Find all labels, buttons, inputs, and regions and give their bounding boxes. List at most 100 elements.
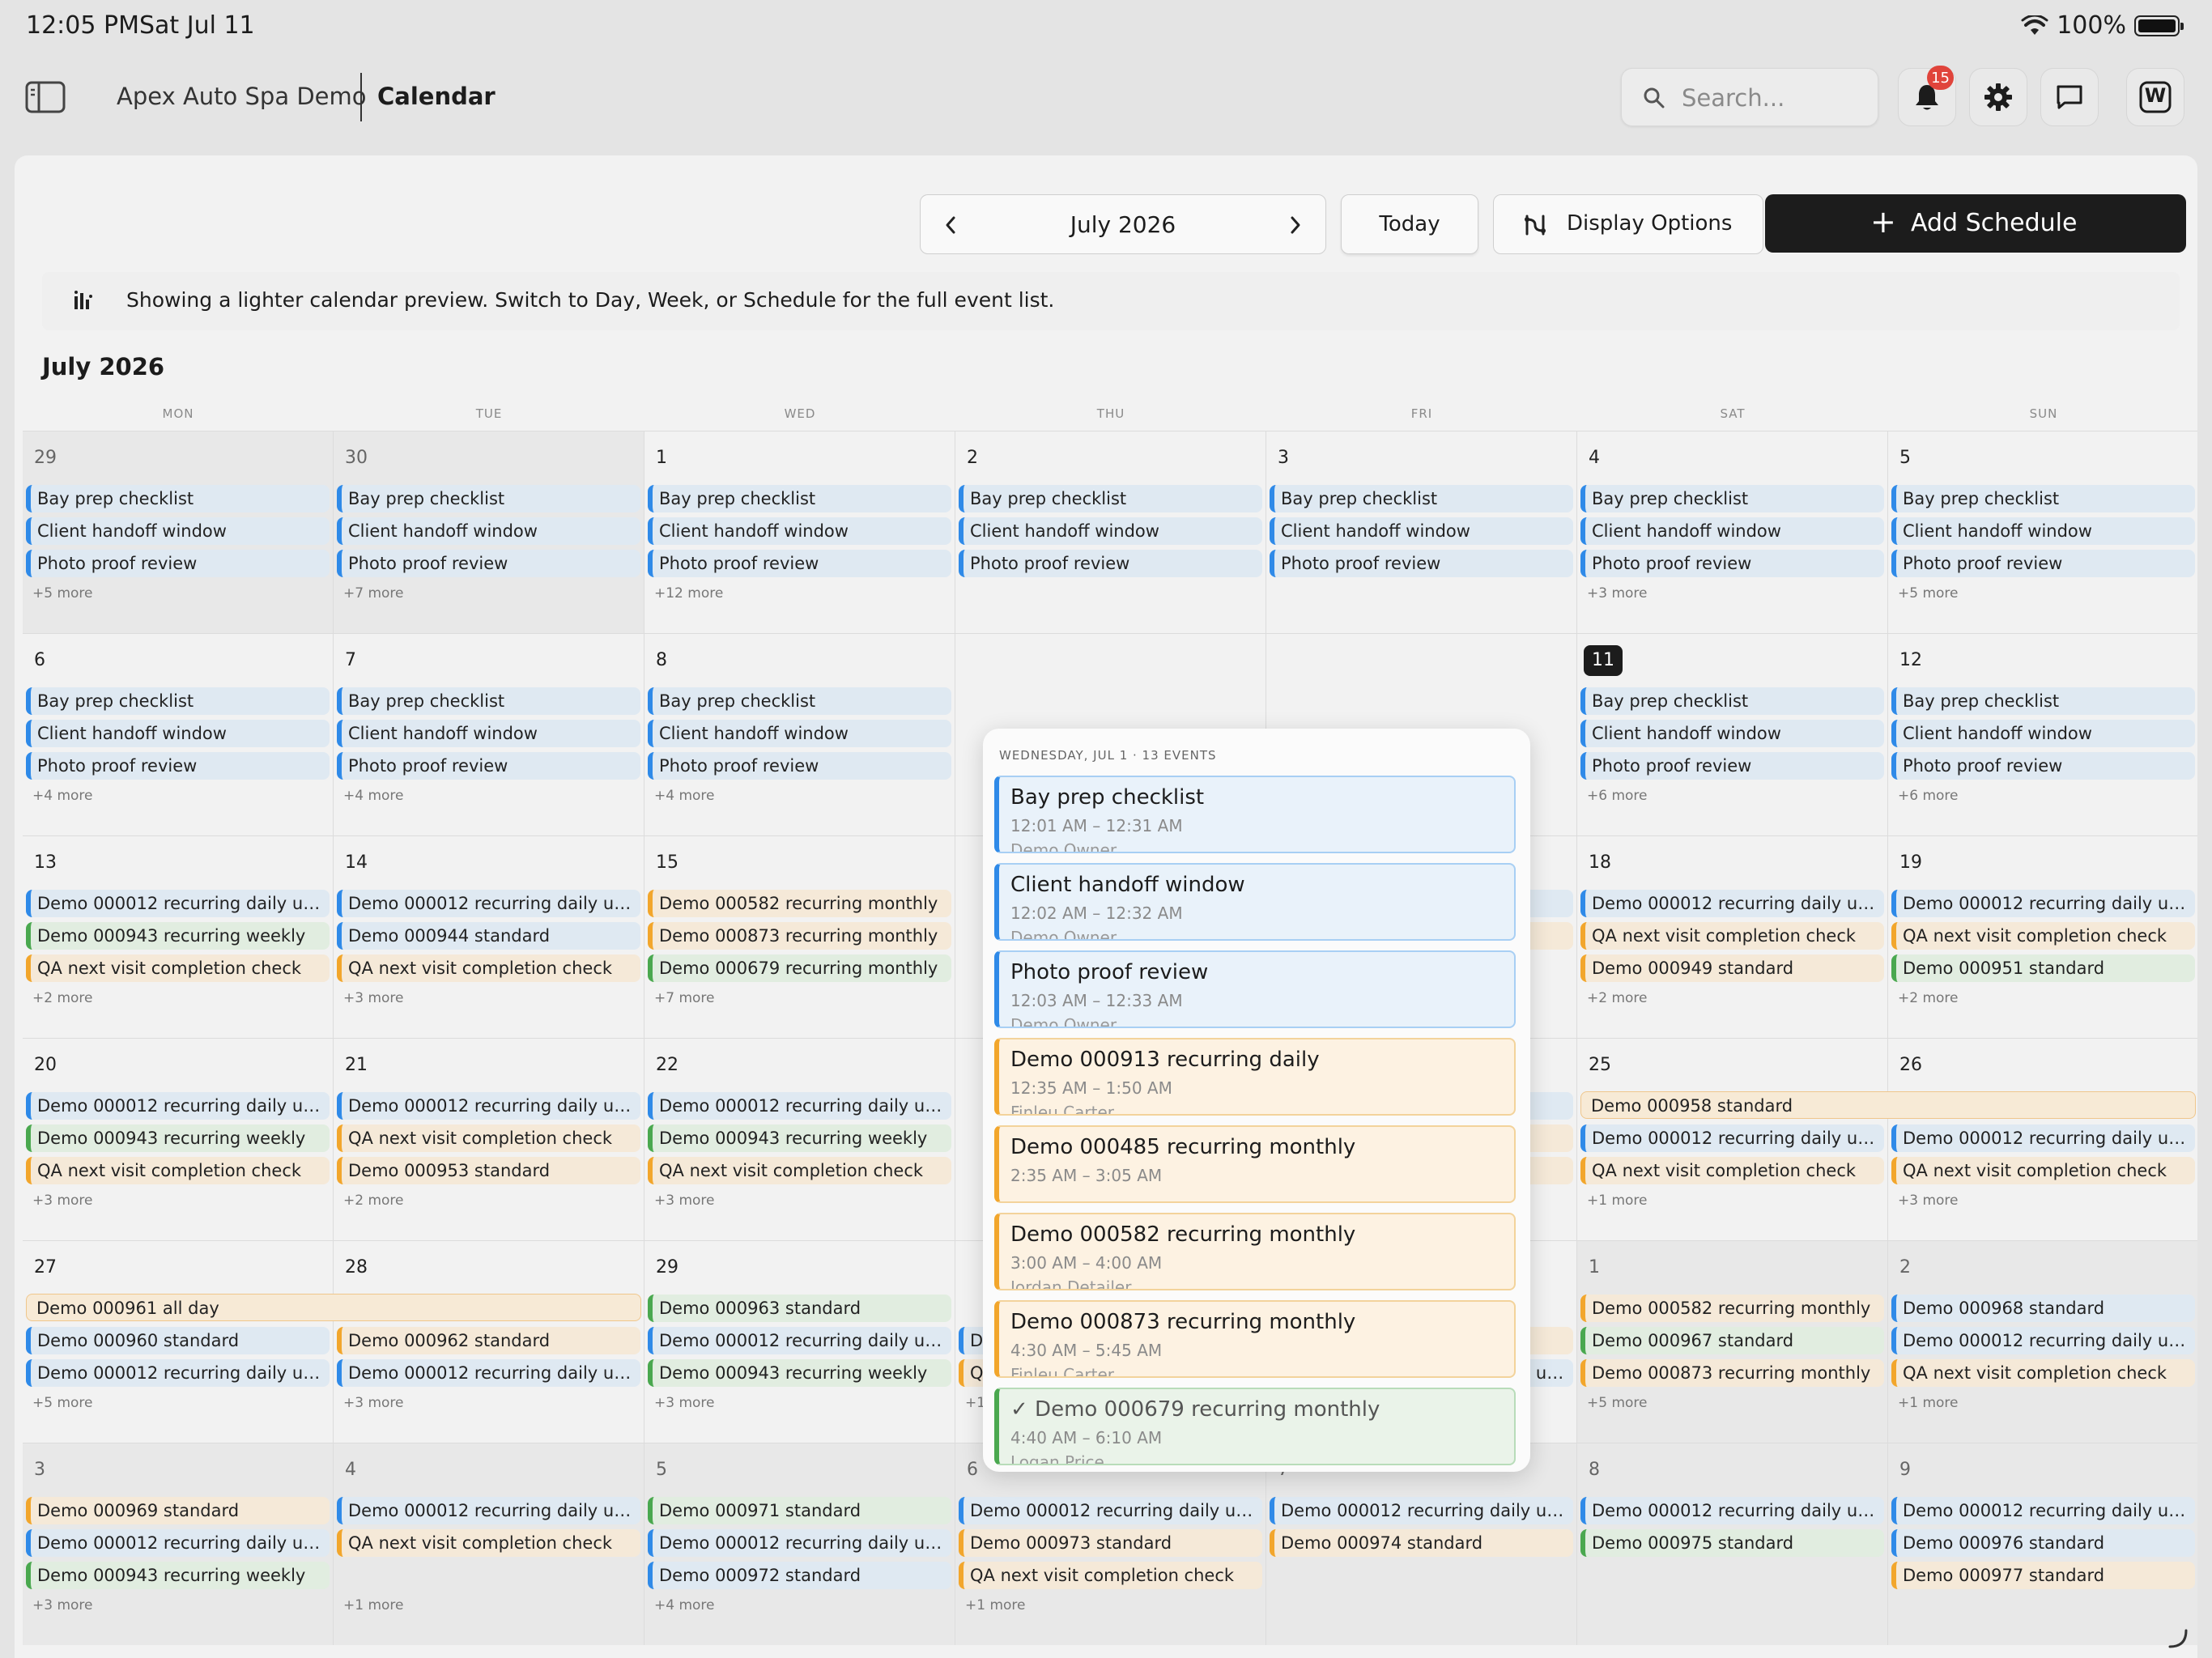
day-number[interactable]: 30 <box>345 443 368 474</box>
calendar-event[interactable]: Demo 000012 recurring daily unti... <box>648 1529 951 1557</box>
day-cell[interactable]: 8 Demo 000012 recurring daily unti... Demo… <box>1577 1443 1888 1645</box>
calendar-event[interactable]: Demo 000012 recurring daily unti... <box>1891 1497 2195 1524</box>
calendar-event[interactable]: Client handoff window <box>26 517 330 545</box>
more-events-link[interactable]: +3 more <box>654 1192 715 1209</box>
day-cell[interactable]: 4 Bay prep checklist Client handoff window… <box>1577 431 1888 633</box>
calendar-event[interactable]: Photo proof review <box>26 550 330 577</box>
day-cell[interactable]: 12 Bay prep checklist Client handoff windo… <box>1888 633 2197 835</box>
current-month-label[interactable]: July 2026 <box>921 211 1325 238</box>
more-events-link[interactable]: +2 more <box>32 990 93 1006</box>
calendar-event[interactable]: QA next visit completion check <box>26 1157 330 1184</box>
day-number[interactable]: 1 <box>1589 1252 1600 1283</box>
day-number[interactable]: 13 <box>34 848 57 878</box>
add-schedule-button[interactable]: + Add Schedule <box>1765 194 2186 253</box>
calendar-event[interactable]: Demo 000012 recurring daily unti... <box>26 1529 330 1557</box>
calendar-event[interactable]: Bay prep checklist <box>337 485 640 512</box>
resize-grip-icon[interactable] <box>2167 1627 2188 1648</box>
day-number[interactable]: 15 <box>656 848 678 878</box>
calendar-event[interactable]: Photo proof review <box>1580 752 1884 780</box>
popover-event-card[interactable]: ✓ Demo 000679 recurring monthly 4:40 AM –… <box>994 1388 1516 1465</box>
day-number[interactable]: 3 <box>1278 443 1289 474</box>
day-number[interactable]: 18 <box>1589 848 1611 878</box>
more-events-link[interactable]: +6 more <box>1898 788 1959 804</box>
more-events-link[interactable]: +3 more <box>343 990 404 1006</box>
calendar-event[interactable]: Photo proof review <box>337 752 640 780</box>
calendar-event[interactable]: Demo 000012 recurring daily unti... <box>1891 1124 2195 1152</box>
calendar-event[interactable]: Demo 000968 standard <box>1891 1295 2195 1322</box>
day-cell[interactable]: 3 Demo 000969 standard Demo 000012 recurri… <box>23 1443 334 1645</box>
calendar-event[interactable]: Demo 000963 standard <box>648 1295 951 1322</box>
calendar-event[interactable]: Demo 000960 standard <box>26 1327 330 1354</box>
popover-event-card[interactable]: Client handoff window 12:02 AM – 12:32 AM… <box>994 863 1516 941</box>
calendar-event[interactable]: Demo 000943 recurring weekly <box>26 1124 330 1152</box>
calendar-event[interactable]: Demo 000967 standard <box>1580 1327 1884 1354</box>
more-events-link[interactable]: +5 more <box>32 1395 93 1411</box>
day-cell[interactable]: 1 Demo 000582 recurring monthly Demo 00096… <box>1577 1240 1888 1443</box>
app-name[interactable]: Apex Auto Spa Demo <box>117 83 366 110</box>
day-cell[interactable]: 13 Demo 000012 recurring daily unti... Dem… <box>23 835 334 1038</box>
day-cell[interactable]: 28 Demo 000962 standard Demo 000012 recurr… <box>334 1240 644 1443</box>
multi-day-event[interactable]: Demo 000961 all day <box>26 1294 641 1321</box>
more-events-link[interactable]: +7 more <box>654 990 715 1006</box>
more-events-link[interactable]: +1 more <box>343 1597 404 1613</box>
calendar-event[interactable]: Demo 000971 standard <box>648 1497 951 1524</box>
today-button[interactable]: Today <box>1341 194 1478 254</box>
calendar-event[interactable]: Client handoff window <box>1891 517 2195 545</box>
popover-event-card[interactable]: Demo 000913 recurring daily 12:35 AM – 1:… <box>994 1038 1516 1116</box>
more-events-link[interactable]: +5 more <box>32 585 93 602</box>
calendar-event[interactable]: QA next visit completion check <box>1580 922 1884 950</box>
calendar-event[interactable]: Client handoff window <box>648 517 951 545</box>
calendar-event[interactable]: Demo 000012 recurring daily unti... <box>337 1092 640 1120</box>
more-events-link[interactable]: +3 more <box>343 1395 404 1411</box>
calendar-event[interactable]: Demo 000943 recurring weekly <box>26 922 330 950</box>
day-number[interactable]: 12 <box>1899 645 1922 676</box>
day-cell[interactable]: 25 Demo 000012 recurring daily unti... QA … <box>1577 1038 1888 1240</box>
calendar-event[interactable]: Demo 000943 recurring weekly <box>26 1562 330 1589</box>
more-events-link[interactable]: +1 more <box>1587 1192 1648 1209</box>
day-number[interactable]: 2 <box>967 443 978 474</box>
more-events-link[interactable]: +7 more <box>343 585 404 602</box>
day-number[interactable]: 19 <box>1899 848 1922 878</box>
calendar-event[interactable]: Bay prep checklist <box>1580 687 1884 715</box>
calendar-event[interactable]: Bay prep checklist <box>959 485 1262 512</box>
day-number[interactable]: 5 <box>656 1455 667 1486</box>
day-cell[interactable]: 29 Bay prep checklist Client handoff windo… <box>23 431 334 633</box>
calendar-event[interactable]: Demo 000012 recurring daily unti... <box>1891 1327 2195 1354</box>
popover-event-card[interactable]: Photo proof review 12:03 AM – 12:33 AM Dem… <box>994 950 1516 1028</box>
calendar-event[interactable]: Bay prep checklist <box>1580 485 1884 512</box>
day-number[interactable]: 3 <box>34 1455 45 1486</box>
day-number[interactable]: 4 <box>1589 443 1600 474</box>
calendar-event[interactable]: Demo 000976 standard <box>1891 1529 2195 1557</box>
more-events-link[interactable]: +1 more <box>965 1597 1026 1613</box>
calendar-event[interactable]: QA next visit completion check <box>1891 922 2195 950</box>
day-cell[interactable]: 7Demo 000012 recurring daily unti...Demo… <box>1266 1443 1577 1645</box>
calendar-event[interactable]: Demo 000012 recurring daily unti... <box>1891 890 2195 917</box>
calendar-event[interactable]: Photo proof review <box>26 752 330 780</box>
day-number[interactable]: 1 <box>656 443 667 474</box>
calendar-event[interactable]: Client handoff window <box>959 517 1262 545</box>
day-cell[interactable]: 18 Demo 000012 recurring daily unti... QA … <box>1577 835 1888 1038</box>
day-number[interactable]: 9 <box>1899 1455 1911 1486</box>
popover-event-card[interactable]: Demo 000485 recurring monthly 2:35 AM – 3… <box>994 1125 1516 1203</box>
calendar-event[interactable]: Demo 000012 recurring daily unti... <box>1580 1124 1884 1152</box>
calendar-event[interactable]: Demo 000944 standard <box>337 922 640 950</box>
more-events-link[interactable]: +4 more <box>343 788 404 804</box>
more-events-link[interactable]: +3 more <box>654 1395 715 1411</box>
more-events-link[interactable]: +3 more <box>32 1597 93 1613</box>
day-cell[interactable]: 29 Demo 000963 standard Demo 000012 recurr… <box>644 1240 955 1443</box>
calendar-event[interactable]: Bay prep checklist <box>648 485 951 512</box>
calendar-event[interactable]: Demo 000012 recurring daily unti... <box>337 1359 640 1387</box>
calendar-event[interactable]: QA next visit completion check <box>26 954 330 982</box>
day-number[interactable]: 2 <box>1899 1252 1911 1283</box>
day-number[interactable]: 26 <box>1899 1050 1922 1081</box>
calendar-event[interactable]: Demo 000969 standard <box>26 1497 330 1524</box>
calendar-event[interactable]: Bay prep checklist <box>648 687 951 715</box>
workspace-avatar-button[interactable]: W <box>2126 68 2184 126</box>
day-number[interactable]: 27 <box>34 1252 57 1283</box>
day-cell[interactable]: 3 Bay prep checklist Client handoff window… <box>1266 431 1577 633</box>
day-cell[interactable]: 14 Demo 000012 recurring daily unti... Dem… <box>334 835 644 1038</box>
calendar-event[interactable]: Demo 000012 recurring daily unti... <box>337 890 640 917</box>
more-events-link[interactable]: +2 more <box>1587 990 1648 1006</box>
calendar-event[interactable]: Demo 000974 standard <box>1270 1529 1573 1557</box>
day-cell[interactable]: 6 Demo 000012 recurring daily unti... Demo… <box>955 1443 1266 1645</box>
